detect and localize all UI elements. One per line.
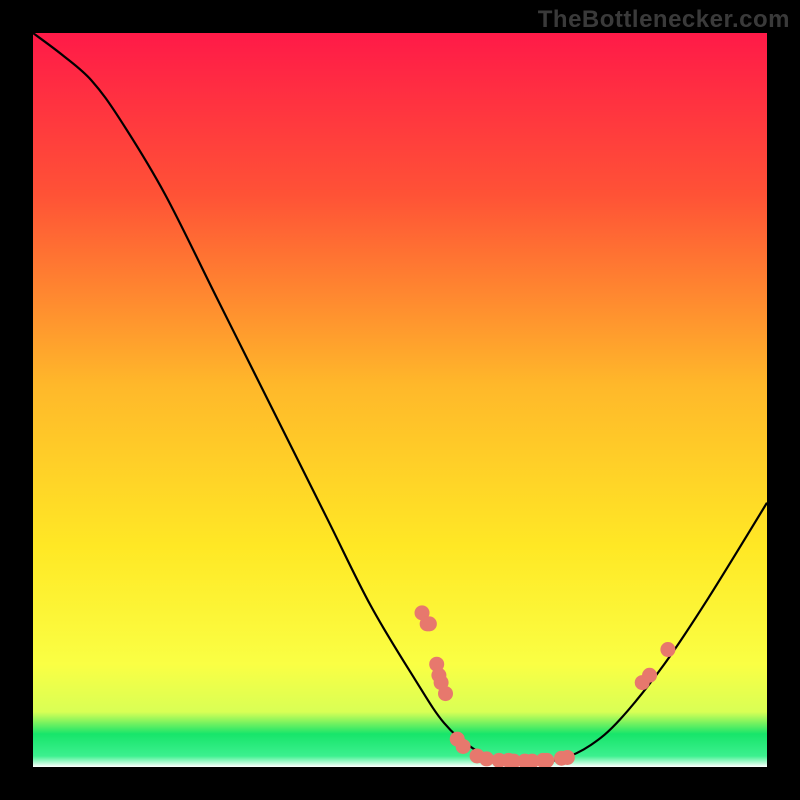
data-point — [422, 616, 437, 631]
data-point — [456, 739, 471, 754]
data-point — [438, 686, 453, 701]
chart-stage: TheBottlenecker.com — [0, 0, 800, 800]
chart-svg — [33, 33, 767, 767]
data-point — [660, 642, 675, 657]
data-point — [560, 750, 575, 765]
plot-area — [33, 33, 767, 767]
data-point — [642, 668, 657, 683]
watermark-text: TheBottlenecker.com — [538, 6, 790, 34]
